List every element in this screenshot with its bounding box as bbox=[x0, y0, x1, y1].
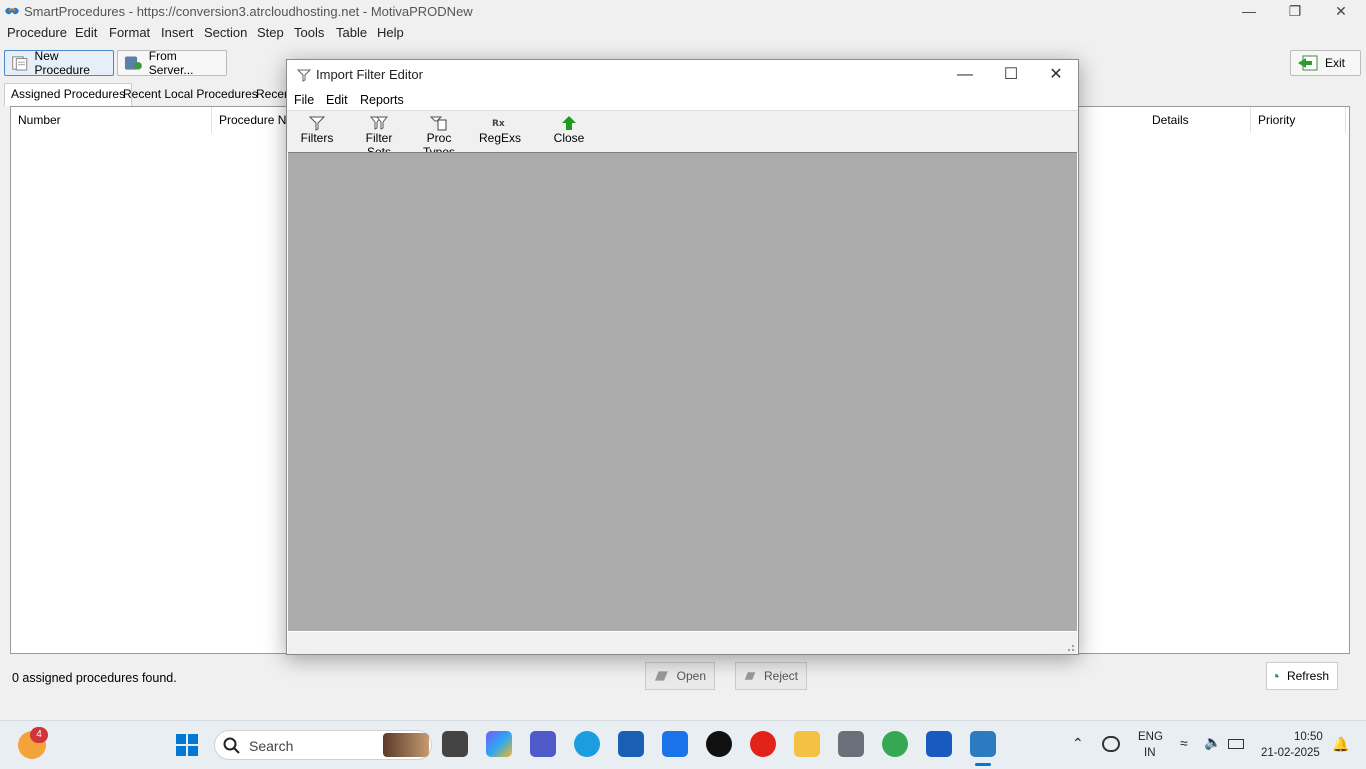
column-header-number[interactable]: Number bbox=[11, 107, 212, 133]
reject-button[interactable]: Reject bbox=[735, 662, 807, 690]
refresh-icon bbox=[1275, 674, 1279, 678]
tab-recent-local-procedures[interactable]: Recent Local Procedures bbox=[117, 84, 264, 106]
dialog-title: Import Filter Editor bbox=[316, 67, 423, 82]
new-document-icon bbox=[12, 56, 28, 71]
open-button[interactable]: Open bbox=[645, 662, 715, 690]
menu-bar: Procedure Edit Format Insert Section Ste… bbox=[0, 22, 1366, 42]
exit-icon bbox=[1298, 55, 1318, 71]
filters-tool[interactable]: Filters bbox=[299, 113, 335, 145]
regex-icon: Rx bbox=[492, 119, 505, 129]
search-highlight-image bbox=[383, 733, 429, 757]
column-header-details[interactable]: Details bbox=[1145, 107, 1251, 133]
window-title: SmartProcedures - https://conversion3.at… bbox=[24, 4, 473, 19]
dialog-menu-bar: File Edit Reports bbox=[287, 90, 1078, 110]
power-automate-icon[interactable] bbox=[662, 731, 688, 757]
main-title-bar: SmartProcedures - https://conversion3.at… bbox=[0, 0, 1366, 22]
notification-badge: 4 bbox=[30, 727, 48, 743]
menu-help[interactable]: Help bbox=[377, 25, 404, 40]
funnel-icon bbox=[297, 69, 311, 82]
from-server-label: From Server... bbox=[148, 49, 194, 77]
smartprocedures-taskbar-icon[interactable] bbox=[970, 731, 996, 757]
taskbar-search-box[interactable]: Search bbox=[214, 730, 432, 760]
dialog-minimize-button[interactable]: — bbox=[942, 60, 988, 90]
notification-bell-icon[interactable]: 🔔 bbox=[1332, 736, 1349, 753]
restore-button[interactable]: ❐ bbox=[1272, 0, 1318, 22]
word-icon[interactable] bbox=[926, 731, 952, 757]
dialog-maximize-button[interactable]: ☐ bbox=[988, 60, 1034, 90]
file-explorer-icon[interactable] bbox=[794, 731, 820, 757]
filter-icon bbox=[309, 116, 325, 131]
menu-format[interactable]: Format bbox=[109, 25, 150, 40]
store-icon[interactable] bbox=[618, 731, 644, 757]
clock-date[interactable]: 21-02-2025 bbox=[1261, 747, 1320, 759]
menu-table[interactable]: Table bbox=[336, 25, 367, 40]
tab-assigned-procedures[interactable]: Assigned Procedures bbox=[4, 83, 133, 106]
dialog-toolbar: Filters Filter Sets Proc Types Rx RegExs… bbox=[287, 110, 1078, 159]
status-text: 0 assigned procedures found. bbox=[12, 671, 177, 685]
refresh-label: Refresh bbox=[1286, 669, 1329, 683]
filter-sets-icon bbox=[370, 116, 388, 130]
dialog-menu-reports[interactable]: Reports bbox=[360, 93, 404, 107]
wifi-icon[interactable]: ≈ bbox=[1180, 735, 1188, 751]
exit-button[interactable]: Exit bbox=[1290, 50, 1361, 76]
filters-label: Filters bbox=[300, 131, 334, 145]
reject-icon bbox=[744, 672, 756, 680]
regexs-tool[interactable]: Rx RegExs bbox=[479, 113, 522, 145]
task-view-icon[interactable] bbox=[442, 731, 468, 757]
search-icon bbox=[223, 737, 240, 754]
dialog-close-button[interactable]: ✕ bbox=[1033, 60, 1079, 90]
edge-icon[interactable] bbox=[574, 731, 600, 757]
menu-tools[interactable]: Tools bbox=[294, 25, 324, 40]
app-logo-icon bbox=[5, 7, 19, 15]
new-procedure-button[interactable]: New Procedure bbox=[4, 49, 114, 77]
language-top[interactable]: ENG bbox=[1138, 731, 1163, 743]
volume-icon[interactable]: 🔈 bbox=[1204, 734, 1221, 751]
from-server-button[interactable]: From Server... bbox=[117, 49, 227, 77]
teams-icon[interactable] bbox=[530, 731, 556, 757]
close-tool[interactable]: Close bbox=[553, 113, 585, 145]
refresh-button[interactable]: Refresh bbox=[1266, 662, 1338, 690]
green-up-arrow-icon bbox=[562, 116, 576, 130]
new-procedure-label: New Procedure bbox=[34, 49, 90, 77]
dialog-menu-file[interactable]: File bbox=[294, 93, 314, 107]
dialog-title-bar[interactable]: Import Filter Editor — ☐ ✕ bbox=[287, 60, 1078, 90]
copilot-icon[interactable] bbox=[486, 731, 512, 757]
exit-label: Exit bbox=[1325, 56, 1346, 70]
windows-start-icon[interactable] bbox=[175, 733, 199, 757]
opera-icon[interactable] bbox=[750, 731, 776, 757]
onedrive-sync-icon[interactable] bbox=[1102, 736, 1120, 752]
dell-icon[interactable] bbox=[706, 731, 732, 757]
open-icon bbox=[654, 671, 668, 681]
search-placeholder: Search bbox=[249, 738, 294, 754]
menu-step[interactable]: Step bbox=[257, 25, 284, 40]
open-label: Open bbox=[676, 669, 706, 683]
contacts-app-icon[interactable] bbox=[838, 731, 864, 757]
language-bottom[interactable]: IN bbox=[1144, 747, 1156, 759]
menu-insert[interactable]: Insert bbox=[161, 25, 194, 40]
resize-grip-icon[interactable] bbox=[1065, 642, 1075, 652]
regexs-label: RegExs bbox=[479, 131, 522, 145]
taskbar: 4 Search ⌃ ENG IN ≈ 🔈 10:50 21-02-2025 🔔 bbox=[0, 720, 1366, 769]
column-header-priority[interactable]: Priority bbox=[1251, 107, 1346, 133]
close-button[interactable]: ✕ bbox=[1318, 0, 1364, 22]
svg-text:Rx: Rx bbox=[492, 119, 505, 129]
server-download-icon bbox=[124, 56, 142, 70]
show-hidden-icons-chevron-icon[interactable]: ⌃ bbox=[1072, 735, 1084, 752]
menu-edit[interactable]: Edit bbox=[75, 25, 97, 40]
menu-section[interactable]: Section bbox=[204, 25, 247, 40]
dialog-menu-edit[interactable]: Edit bbox=[326, 93, 348, 107]
import-filter-editor-dialog: Import Filter Editor — ☐ ✕ File Edit Rep… bbox=[286, 59, 1079, 655]
battery-icon[interactable] bbox=[1228, 739, 1244, 749]
active-app-indicator bbox=[975, 763, 991, 766]
dialog-status-bar bbox=[288, 632, 1077, 654]
close-tool-label: Close bbox=[553, 131, 585, 145]
chrome-icon[interactable] bbox=[882, 731, 908, 757]
menu-procedure[interactable]: Procedure bbox=[7, 25, 67, 40]
clock-time[interactable]: 10:50 bbox=[1294, 731, 1323, 743]
reject-label: Reject bbox=[763, 669, 798, 683]
proc-types-icon bbox=[430, 116, 447, 131]
dialog-workspace bbox=[288, 152, 1077, 631]
minimize-button[interactable]: — bbox=[1226, 0, 1272, 22]
